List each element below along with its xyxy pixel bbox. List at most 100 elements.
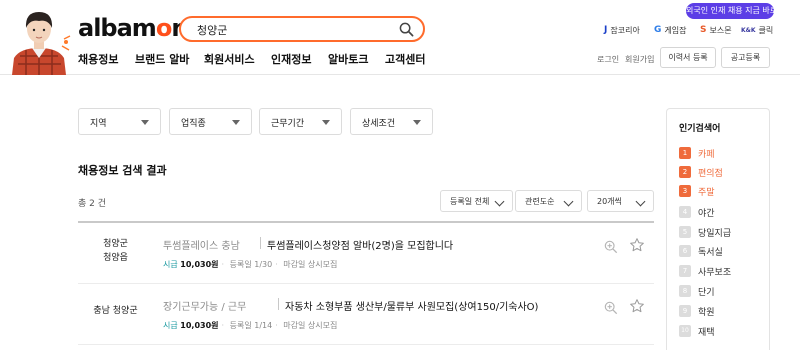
post-job-button[interactable]: 공고등록: [721, 47, 770, 68]
keyword-label: 당일지급: [698, 228, 732, 239]
bossmon-icon: S: [700, 25, 707, 35]
sort-label: 등록일 전체: [450, 197, 490, 206]
click-icon: K&K: [741, 26, 756, 34]
keyword-label: 편의점: [698, 168, 723, 179]
popular-keyword-item[interactable]: 4 야간: [679, 205, 715, 219]
job-row[interactable]: 충남 청양군 장기근무가능 / 근무 자동차 소형부품 생산부/물류부 사원모집…: [78, 284, 654, 345]
filter-category[interactable]: 업직종: [169, 108, 252, 135]
job-location: 충남 청양군: [93, 306, 138, 316]
family-site-gamejob[interactable]: G 게임잡: [654, 24, 686, 36]
popular-keyword-item[interactable]: 3 주말: [679, 184, 715, 198]
rank-badge: 8: [679, 285, 691, 297]
job-title-link[interactable]: 자동차 소형부품 생산부/물류부 사원모집(상여150/기숙사O): [285, 298, 538, 313]
page-size-select[interactable]: 20개씩: [587, 190, 654, 212]
keyword-label: 사무보조: [698, 267, 732, 278]
popular-keywords-panel: 인기검색어 1 카페 2 편의점 3 주말 4 야간 5 당일지급 6 독서실 …: [666, 108, 770, 350]
search-icon[interactable]: [399, 22, 414, 37]
nav-item-support[interactable]: 고객센터: [385, 51, 425, 67]
filter-label: 근무기간: [271, 119, 305, 129]
keyword-label: 학원: [698, 307, 715, 318]
mascot-illustration: [6, 6, 72, 75]
job-meta: 시급 10,030원 · 등록일 1/14 · 마감일 상시모집: [163, 321, 338, 330]
zoom-icon[interactable]: [604, 301, 618, 315]
rank-badge: 7: [679, 265, 691, 277]
albamon-logo[interactable]: albamon: [78, 14, 188, 42]
site-header: albamon 외국인 인재 채용 지금 바로! J 잡코리아 G 게임잡 S …: [0, 0, 800, 75]
nav-item-talk[interactable]: 알바토크: [328, 51, 385, 67]
main-nav: 채용정보 브랜드 알바 회원서비스 인재정보 알바토크 고객센터: [78, 51, 425, 67]
caret-down-icon: [322, 120, 330, 125]
keyword-label: 단기: [698, 287, 715, 298]
login-link[interactable]: 로그인: [597, 54, 619, 65]
keyword-label: 카페: [698, 149, 715, 160]
keyword-label: 야간: [698, 208, 715, 219]
job-location: 청양군 청양읍: [103, 239, 128, 263]
popular-keyword-item[interactable]: 1 카페: [679, 146, 715, 160]
popular-keyword-item[interactable]: 7 사무보조: [679, 264, 731, 278]
jobkorea-icon: J: [604, 25, 608, 35]
family-site-jobkorea[interactable]: J 잡코리아: [604, 24, 640, 36]
zoom-icon[interactable]: [604, 240, 618, 254]
chevron-down-icon: [494, 196, 505, 207]
filter-label: 지역: [90, 119, 107, 129]
divider: [278, 298, 279, 310]
popular-keyword-item[interactable]: 8 단기: [679, 284, 715, 298]
star-icon[interactable]: [629, 298, 645, 314]
resume-register-button[interactable]: 이력서 등록: [660, 47, 716, 68]
nav-item-jobs[interactable]: 채용정보: [78, 51, 135, 67]
caret-down-icon: [141, 120, 149, 125]
filter-label: 업직종: [181, 119, 206, 129]
popular-keywords-title: 인기검색어: [679, 124, 721, 134]
filter-label: 상세조건: [362, 119, 396, 129]
job-row[interactable]: 청양군 청양읍 투썸플레이스 충남 투썸플레이스청양점 알바(2명)을 모집합니…: [78, 223, 654, 284]
job-company: 장기근무가능 / 근무: [163, 302, 247, 313]
sort-label: 관련도순: [525, 197, 555, 206]
result-count: 총 2 건: [78, 199, 107, 209]
rank-badge: 10: [679, 325, 691, 337]
sort-label: 20개씩: [597, 197, 622, 206]
family-site-click[interactable]: K&K 클릭: [741, 24, 773, 36]
star-icon[interactable]: [629, 237, 645, 253]
promo-badge[interactable]: 외국인 인재 채용 지금 바로!: [686, 3, 780, 19]
filter-period[interactable]: 근무기간: [259, 108, 342, 135]
popular-keyword-item[interactable]: 2 편의점: [679, 165, 723, 179]
rank-badge: 1: [679, 147, 691, 159]
family-site-label: 보스몬: [709, 25, 732, 35]
family-site-label: 클릭: [758, 25, 774, 35]
job-company: 투썸플레이스 충남: [163, 241, 240, 252]
popular-keyword-item[interactable]: 5 당일지급: [679, 225, 731, 239]
search-input[interactable]: [197, 21, 397, 38]
rank-badge: 2: [679, 166, 691, 178]
rank-badge: 6: [679, 245, 691, 257]
filter-details[interactable]: 상세조건: [350, 108, 433, 135]
caret-down-icon: [232, 120, 240, 125]
rank-badge: 3: [679, 185, 691, 197]
filter-region[interactable]: 지역: [78, 108, 161, 135]
caret-down-icon: [413, 120, 421, 125]
nav-item-member[interactable]: 회원서비스: [204, 51, 271, 67]
sort-relevance-select[interactable]: 관련도순: [515, 190, 582, 212]
rank-badge: 4: [679, 206, 691, 218]
search-box: [179, 16, 425, 42]
nav-item-talent[interactable]: 인재정보: [271, 51, 328, 67]
keyword-label: 독서실: [698, 247, 723, 258]
family-site-bossmon[interactable]: S 보스몬: [700, 24, 732, 36]
nav-item-brand[interactable]: 브랜드 알바: [135, 51, 204, 67]
popular-keyword-item[interactable]: 6 독서실: [679, 244, 723, 258]
keyword-label: 재택: [698, 327, 715, 338]
job-title-link[interactable]: 투썸플레이스청양점 알바(2명)을 모집합니다: [267, 237, 453, 252]
chevron-down-icon: [563, 196, 574, 207]
family-site-label: 잡코리아: [610, 25, 640, 35]
popular-keyword-item[interactable]: 10 재택: [679, 324, 715, 338]
job-meta: 시급 10,030원 · 등록일 1/30 · 마감일 상시모집: [163, 260, 338, 269]
popular-keyword-item[interactable]: 9 학원: [679, 304, 715, 318]
family-site-label: 게임잡: [664, 25, 687, 35]
sort-date-select[interactable]: 등록일 전체: [440, 190, 513, 212]
rank-badge: 9: [679, 305, 691, 317]
gamejob-icon: G: [654, 25, 662, 35]
keyword-label: 주말: [698, 187, 715, 198]
results-title: 채용정보 검색 결과: [78, 164, 167, 177]
chevron-down-icon: [635, 196, 646, 207]
signup-link[interactable]: 회원가입: [625, 54, 654, 65]
divider: [260, 237, 261, 249]
